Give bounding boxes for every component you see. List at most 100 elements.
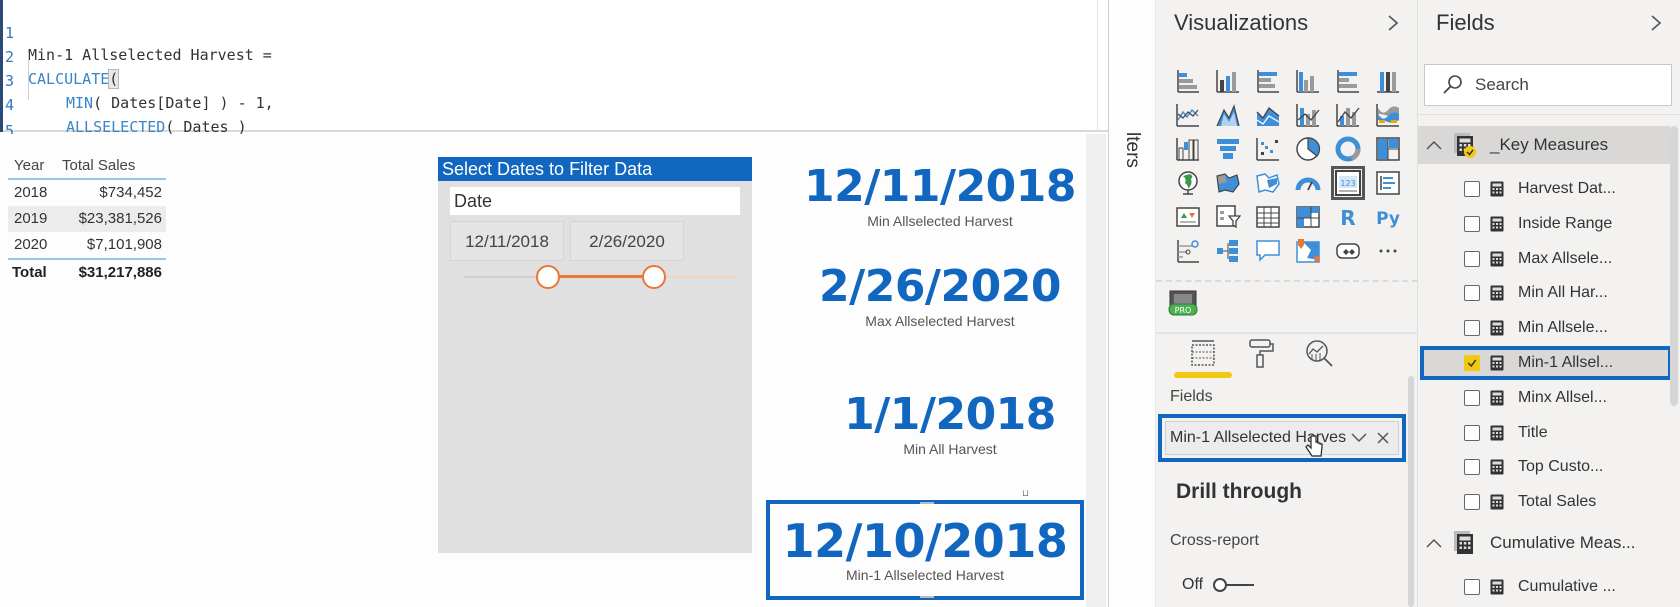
visual-type-donut-chart[interactable]: [1328, 132, 1368, 166]
field-checkbox[interactable]: [1464, 389, 1480, 406]
date-slicer[interactable]: Select Dates to Filter Data Date 12/11/2…: [438, 157, 752, 553]
field-item[interactable]: Top Custo...: [1418, 450, 1670, 484]
field-item[interactable]: Minx Allsel...: [1418, 381, 1670, 415]
filters-pane-collapsed[interactable]: lters: [1108, 0, 1156, 607]
visual-type-stacked-column-chart[interactable]: [1208, 64, 1248, 98]
remove-field-x-icon[interactable]: [1376, 431, 1390, 445]
visual-type-card[interactable]: 123: [1328, 166, 1368, 200]
end-date-input[interactable]: 2/26/2020: [570, 221, 684, 261]
card-min-all-harvest[interactable]: 1/1/2018 Min All Harvest: [810, 390, 1090, 458]
visual-type-gauge[interactable]: [1288, 166, 1328, 200]
sales-table-visual[interactable]: Year Total Sales 2018 $734,452 2019 $23,…: [8, 152, 166, 284]
slider-end-handle[interactable]: [642, 265, 666, 289]
collapse-visualizations-chevron-icon[interactable]: [1385, 14, 1401, 32]
field-checkbox[interactable]: [1464, 424, 1480, 441]
formula-line-1[interactable]: 1 Min-1 Allselected Harvest =: [0, 0, 1000, 64]
field-item[interactable]: Min-1 Allsel...: [1420, 346, 1672, 380]
visual-type-power-apps[interactable]: [1328, 234, 1368, 268]
formula-line-5[interactable]: 5 ): [0, 98, 1000, 163]
table-row[interactable]: 2018 $734,452: [8, 180, 166, 206]
pro-visual-icon[interactable]: PRO: [1168, 290, 1198, 316]
analytics-magnifier-icon[interactable]: [1302, 336, 1336, 370]
visual-type-clustered-column-chart[interactable]: [1288, 64, 1328, 98]
column-header-total-sales[interactable]: Total Sales: [60, 152, 166, 178]
visual-type-map[interactable]: [1168, 166, 1208, 200]
field-checkbox[interactable]: [1464, 320, 1480, 337]
resize-handle-bottom[interactable]: [920, 596, 934, 598]
visual-type-clustered-bar-chart[interactable]: [1248, 64, 1288, 98]
visual-type-area-chart[interactable]: [1208, 98, 1248, 132]
visual-type-ribbon-chart[interactable]: [1368, 98, 1408, 132]
collapse-caret-icon[interactable]: [1424, 139, 1444, 151]
field-group-key-measures[interactable]: _Key Measures: [1418, 126, 1670, 164]
visual-type-key-influencers[interactable]: [1168, 234, 1208, 268]
fields-search-box[interactable]: Search: [1424, 64, 1672, 106]
card-max-allselected-harvest[interactable]: 2/26/2020 Max Allselected Harvest: [800, 262, 1080, 330]
visual-type-100-stacked-column-chart[interactable]: [1368, 64, 1408, 98]
collapse-caret-icon[interactable]: [1424, 537, 1444, 549]
column-header-year[interactable]: Year: [8, 152, 60, 178]
field-item[interactable]: Total Sales: [1418, 485, 1670, 519]
visual-type-waterfall-chart[interactable]: [1168, 132, 1208, 166]
field-item[interactable]: Min All Har...: [1418, 276, 1670, 310]
collapse-fields-chevron-icon[interactable]: [1648, 14, 1664, 32]
visual-type-line-chart[interactable]: [1168, 98, 1208, 132]
visual-type-kpi[interactable]: [1168, 200, 1208, 234]
formula-editor[interactable]: 1 Min-1 Allselected Harvest = 2 CALCULAT…: [0, 0, 1148, 163]
format-paint-roller-icon[interactable]: [1244, 336, 1278, 370]
visual-type-multi-row-card[interactable]: [1368, 166, 1408, 200]
field-checkbox[interactable]: [1464, 285, 1480, 302]
field-item[interactable]: Harvest Dat...: [1418, 172, 1670, 206]
fields-well-highlighted[interactable]: Min-1 Allselected Harvest: [1158, 414, 1406, 462]
field-checkbox[interactable]: [1464, 494, 1480, 511]
field-item[interactable]: Title: [1418, 416, 1670, 450]
visual-type-line-stacked-column-chart[interactable]: [1328, 98, 1368, 132]
visual-type-arcgis-map[interactable]: [1288, 234, 1328, 268]
formula-line-2[interactable]: 2 CALCULATE(: [0, 24, 1000, 89]
visual-type-more-visuals[interactable]: [1368, 234, 1408, 268]
visual-type-pie-chart[interactable]: [1288, 132, 1328, 166]
field-checkbox[interactable]: [1464, 215, 1480, 232]
field-checkbox[interactable]: [1464, 250, 1480, 267]
filters-pane-label[interactable]: lters: [1121, 132, 1143, 168]
visual-type-line-clustered-column-chart[interactable]: [1288, 98, 1328, 132]
visual-type-scatter-chart[interactable]: [1248, 132, 1288, 166]
field-item[interactable]: Inside Range: [1418, 207, 1670, 241]
fields-tab-icon[interactable]: [1186, 336, 1220, 370]
visual-type-funnel-chart[interactable]: [1208, 132, 1248, 166]
card-min-allselected-harvest[interactable]: 12/11/2018 Min Allselected Harvest: [800, 162, 1080, 230]
visual-type-table[interactable]: [1248, 200, 1288, 234]
visual-type-slicer[interactable]: [1208, 200, 1248, 234]
visual-type-python-visual[interactable]: Py: [1368, 200, 1408, 234]
cross-report-toggle[interactable]: [1212, 576, 1256, 594]
fields-scrollbar[interactable]: [1670, 126, 1678, 406]
slider-start-handle[interactable]: [536, 265, 560, 289]
field-checkbox[interactable]: [1464, 459, 1480, 476]
field-item[interactable]: Cumulative ...: [1418, 570, 1670, 604]
visual-type-qa[interactable]: [1248, 234, 1288, 268]
field-checkbox[interactable]: [1464, 355, 1480, 371]
visual-type-matrix[interactable]: [1288, 200, 1328, 234]
visual-type-filled-map[interactable]: [1208, 166, 1248, 200]
resize-handle-top[interactable]: [920, 502, 934, 504]
field-checkbox[interactable]: [1464, 181, 1480, 197]
start-date-input[interactable]: 12/11/2018: [450, 221, 564, 261]
field-checkbox[interactable]: [1464, 579, 1480, 595]
visual-type-stacked-bar-chart[interactable]: [1168, 64, 1208, 98]
visual-type-treemap[interactable]: [1368, 132, 1408, 166]
card-min1-allselected-harvest-selected[interactable]: 12/10/2018 Min-1 Allselected Harvest: [766, 500, 1084, 600]
visualizations-scrollbar[interactable]: [1408, 376, 1414, 607]
field-well-item[interactable]: Min-1 Allselected Harvest: [1165, 421, 1399, 455]
field-group-cumulative-measures[interactable]: Cumulative Meas...: [1418, 524, 1670, 562]
visual-type-decomposition-tree[interactable]: [1208, 234, 1248, 268]
table-row[interactable]: 2019 $23,381,526: [8, 206, 166, 232]
visual-type-stacked-area-chart[interactable]: [1248, 98, 1288, 132]
visual-type-shape-map[interactable]: [1248, 166, 1288, 200]
field-item[interactable]: Max Allsele...: [1418, 242, 1670, 276]
visual-type-100-stacked-bar-chart[interactable]: [1328, 64, 1368, 98]
table-row[interactable]: 2020 $7,101,908: [8, 232, 166, 258]
field-item[interactable]: Min Allsele...: [1418, 311, 1670, 345]
visual-type-r-visual[interactable]: R: [1328, 200, 1368, 234]
formula-line-4[interactable]: 4 ALLSELECTED( Dates ): [0, 72, 1000, 136]
formula-line-3[interactable]: 3 MIN( Dates[Date] ) - 1,: [0, 48, 1000, 112]
